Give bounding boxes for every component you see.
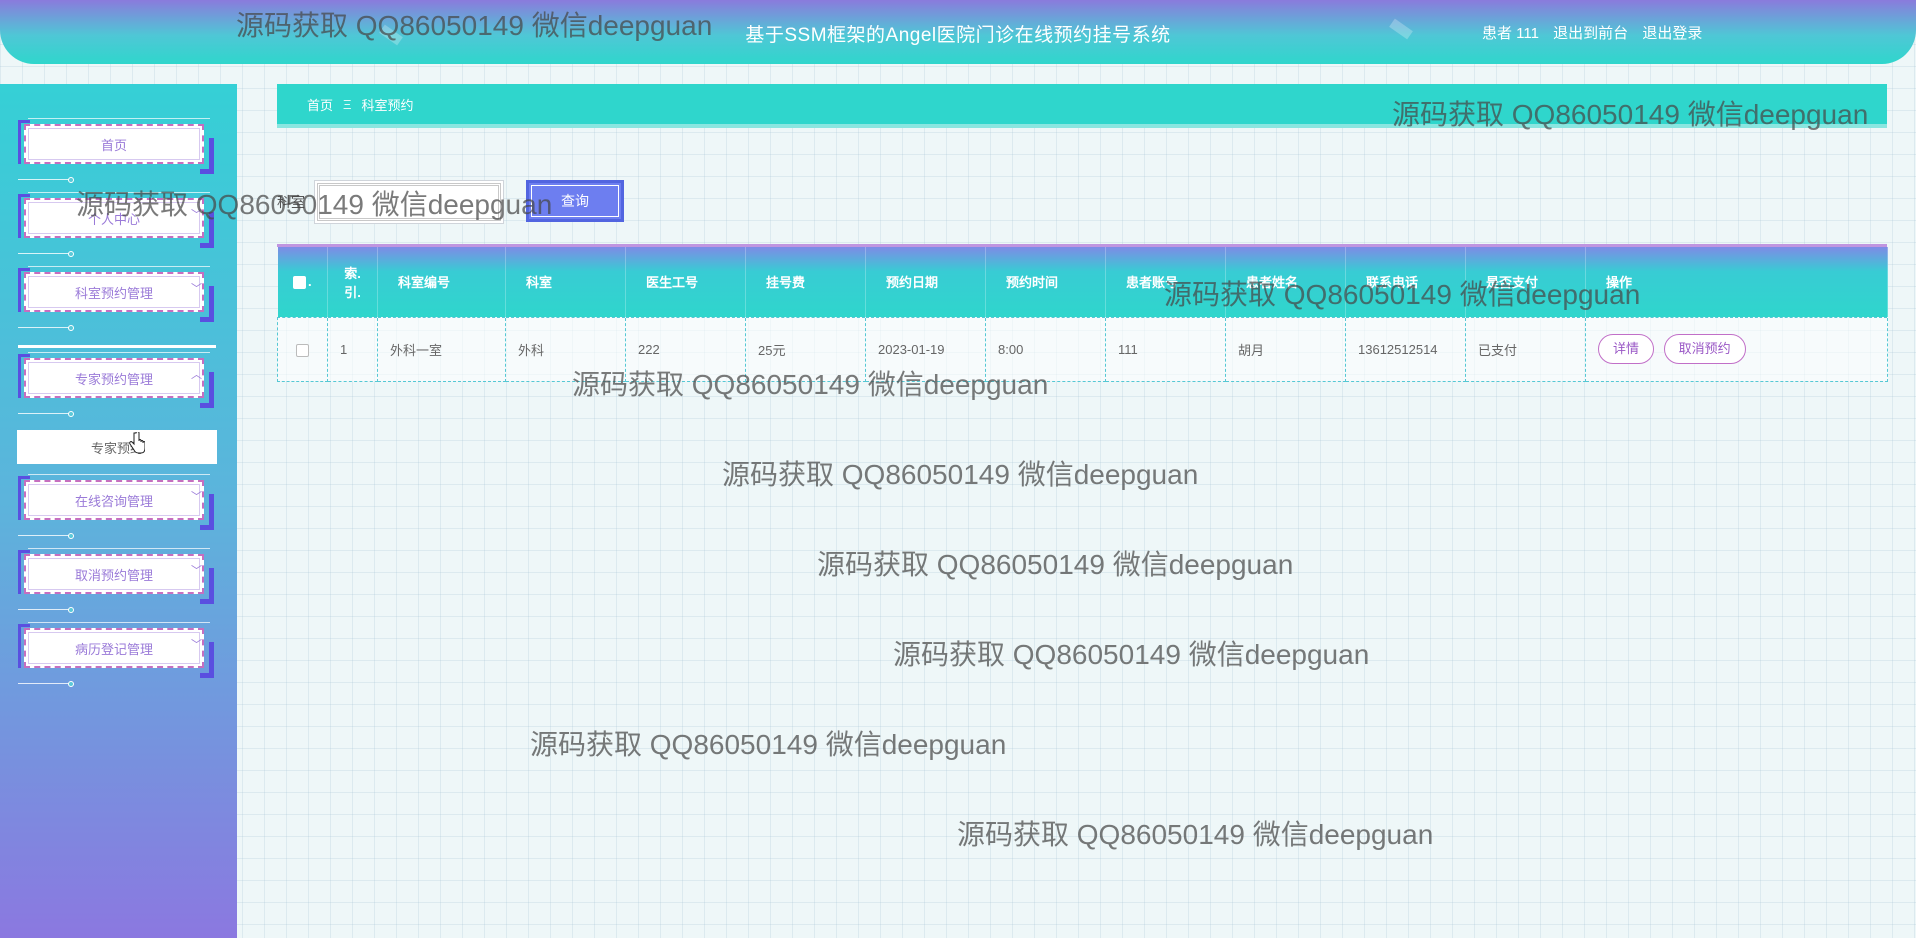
column-header-paid: 是否支付 xyxy=(1465,247,1586,317)
sidebar-item-label: 专家预约管理 xyxy=(74,371,153,387)
column-header-dept: 科室 xyxy=(505,247,626,317)
chevron-down-icon: ﹀ xyxy=(191,491,202,503)
breadcrumb-home[interactable]: 首页 xyxy=(307,95,333,114)
user-label: 患者 111 xyxy=(1482,25,1539,42)
cell-index: 1 xyxy=(327,316,378,382)
back-to-front-link[interactable]: 退出到前台 xyxy=(1553,25,1628,42)
logout-link[interactable]: 退出登录 xyxy=(1642,25,1702,42)
watermark-text: 源码获取 QQ86050149 微信deepguan xyxy=(722,459,1199,490)
cell-dept-no: 外科一室 xyxy=(377,316,506,382)
column-header-dept-no: 科室编号 xyxy=(377,247,506,317)
sidebar-item-personal-center[interactable]: 个人中心 ﹀ xyxy=(18,192,214,257)
breadcrumb-current: 科室预约 xyxy=(361,97,414,113)
detail-button[interactable]: 详情 xyxy=(1598,334,1655,364)
hand-cursor-icon xyxy=(129,432,145,454)
column-header-fee: 挂号费 xyxy=(745,247,866,317)
row-checkbox[interactable] xyxy=(296,343,309,357)
chevron-down-icon: ﹀ xyxy=(191,565,202,577)
watermark-text: 源码获取 QQ86050149 微信deepguan xyxy=(957,819,1434,850)
column-header-patient-account: 患者账号 xyxy=(1105,247,1226,317)
table-header-row: . 索. 引. 科室编号 科室 医生工号 挂号费 预约日期 预约时间 患者账号 患… xyxy=(277,247,1888,317)
top-header: 基于SSM框架的Angel医院门诊在线预约挂号系统 患者 111 退出到前台 退… xyxy=(0,0,1916,64)
select-all-checkbox[interactable] xyxy=(292,276,306,290)
cell-actions: 详情 取消预约 xyxy=(1585,316,1888,382)
sidebar-item-cancel-appointment[interactable]: 取消预约管理 ﹀ xyxy=(18,548,214,613)
column-header-phone: 联系电话 xyxy=(1345,247,1466,317)
column-header-index: 索. 引. xyxy=(327,247,378,317)
appointment-table: . 索. 引. 科室编号 科室 医生工号 挂号费 预约日期 预约时间 患者账号 患… xyxy=(277,244,1888,382)
chevron-down-icon: ﹀ xyxy=(191,639,202,651)
cell-doctor-no: 222 xyxy=(625,316,746,382)
table-row: 1 外科一室 外科 222 25元 2023-01-19 8:00 111 胡月… xyxy=(277,316,1888,382)
sidebar-item-label: 病历登记管理 xyxy=(74,641,153,657)
search-button[interactable]: 查询 xyxy=(526,180,624,222)
cell-patient-account: 111 xyxy=(1105,316,1226,382)
watermark-text: 源码获取 QQ86050149 微信deepguan xyxy=(893,639,1370,670)
select-all-header[interactable]: . xyxy=(277,247,328,317)
cell-fee: 25元 xyxy=(745,316,866,382)
row-select-cell[interactable] xyxy=(277,316,328,382)
breadcrumb: 首页 Ξ 科室预约 xyxy=(277,84,1887,128)
sidebar-divider xyxy=(18,345,216,348)
cell-date: 2023-01-19 xyxy=(865,316,986,382)
sidebar-item-label: 在线咨询管理 xyxy=(74,493,153,509)
search-label: 科室 xyxy=(277,194,305,210)
column-header-time: 预约时间 xyxy=(985,247,1106,317)
cell-time: 8:00 xyxy=(985,316,1106,382)
sidebar-item-home[interactable]: 首页 xyxy=(18,118,214,183)
watermark-text: 源码获取 QQ86050149 微信deepguan xyxy=(817,549,1294,580)
column-header-actions: 操作 xyxy=(1585,247,1888,317)
search-input[interactable] xyxy=(314,180,504,224)
sidebar-subitem-expert-appointment[interactable]: 专家预约 xyxy=(17,430,217,464)
sidebar-item-online-consult[interactable]: 在线咨询管理 ﹀ xyxy=(18,474,214,539)
user-area: 患者 111 退出到前台 退出登录 xyxy=(1482,22,1712,43)
chevron-up-icon: ︿ xyxy=(191,369,202,381)
column-header-date: 预约日期 xyxy=(865,247,986,317)
breadcrumb-separator-icon: Ξ xyxy=(343,96,352,112)
chevron-down-icon: ﹀ xyxy=(191,209,202,221)
cell-paid: 已支付 xyxy=(1465,316,1586,382)
sidebar-item-label: 个人中心 xyxy=(87,211,140,227)
cancel-appointment-button[interactable]: 取消预约 xyxy=(1663,334,1746,364)
sidebar-item-label: 科室预约管理 xyxy=(74,285,153,301)
sidebar-item-dept-appointment[interactable]: 科室预约管理 ﹀ xyxy=(18,266,214,331)
sidebar-item-expert-appointment[interactable]: 专家预约管理 ︿ xyxy=(18,352,214,417)
watermark-text: 源码获取 QQ86050149 微信deepguan xyxy=(530,729,1007,760)
sidebar-item-label: 取消预约管理 xyxy=(74,567,153,583)
sidebar-item-label: 首页 xyxy=(100,137,127,153)
cell-phone: 13612512514 xyxy=(1345,316,1466,382)
cell-dept: 外科 xyxy=(505,316,626,382)
column-header-patient-name: 患者姓名 xyxy=(1225,247,1346,317)
column-header-doctor-no: 医生工号 xyxy=(625,247,746,317)
chevron-down-icon: ﹀ xyxy=(191,283,202,295)
sidebar-item-medical-record[interactable]: 病历登记管理 ﹀ xyxy=(18,622,214,687)
cell-patient-name: 胡月 xyxy=(1225,316,1346,382)
